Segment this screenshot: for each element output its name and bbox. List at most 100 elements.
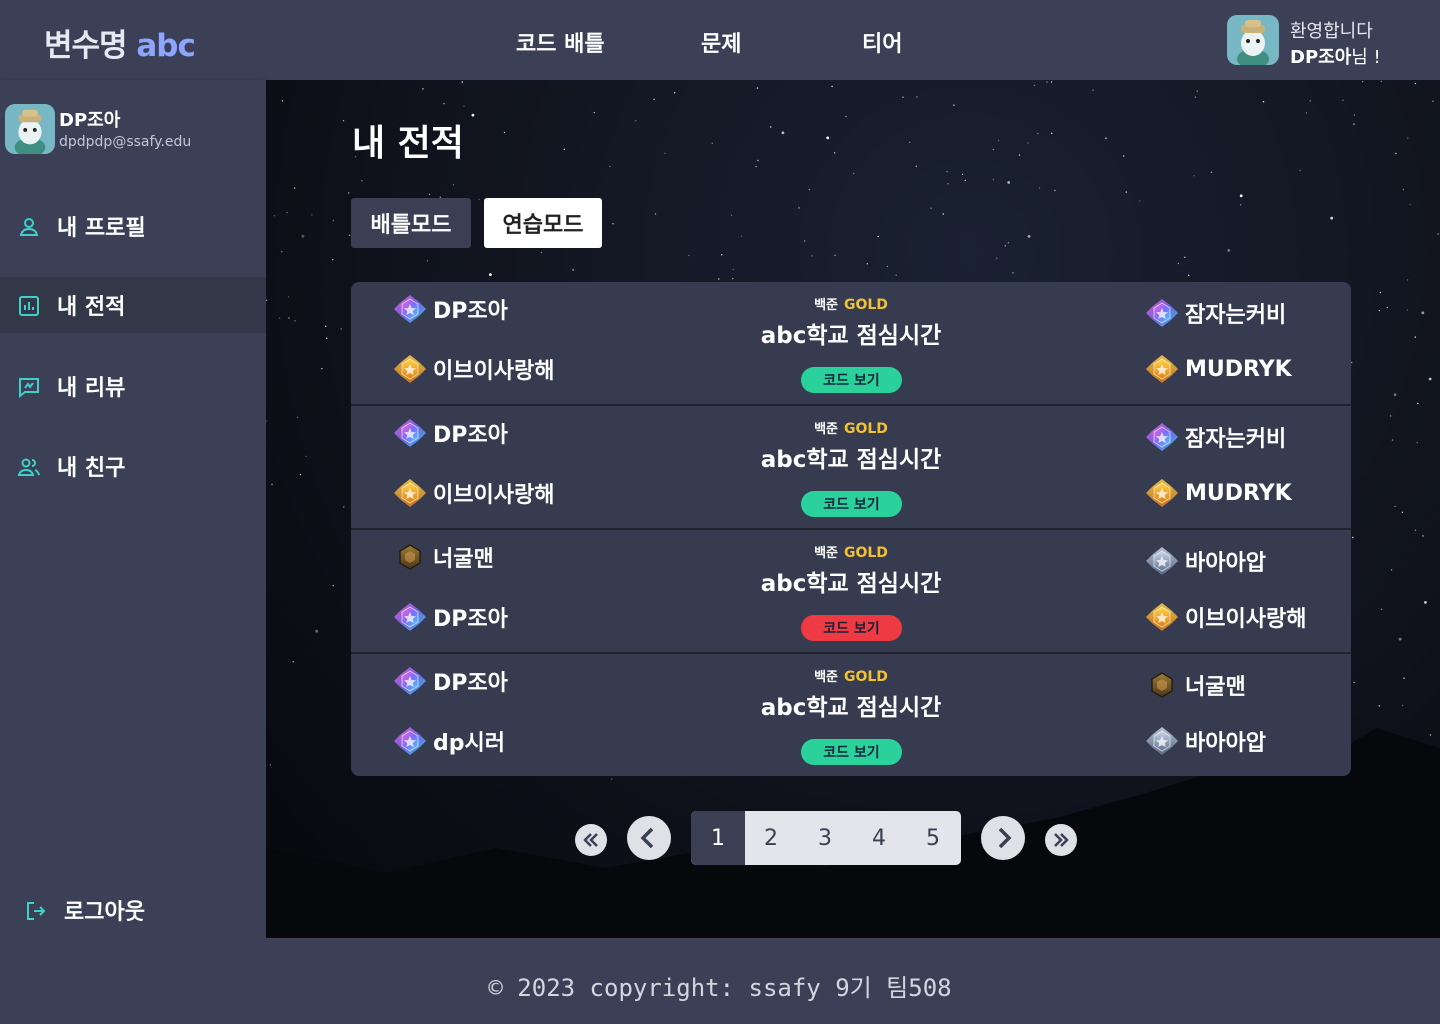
player-name: 이브이사랑해	[1185, 607, 1307, 632]
header-avatar[interactable]	[1227, 15, 1279, 65]
main-content: 내 전적 배틀모드 연습모드 DP조아 이브이사랑해 잠자는커비 MUDRYK 백준 GO…	[266, 80, 1440, 938]
player-name: 이브이사랑해	[433, 483, 555, 508]
logout-button[interactable]: 로그아웃	[0, 888, 266, 932]
right-player-2[interactable]: 바아아압	[1143, 724, 1266, 758]
nav-problems[interactable]: 문제	[701, 26, 741, 58]
problem-level: GOLD	[843, 297, 888, 313]
problem-site: 백준	[814, 670, 838, 685]
problem-title: abc학교 점심시간	[760, 447, 942, 473]
record-row: DP조아 이브이사랑해 잠자는커비 MUDRYK 백준 GOLD abc학교 점심시간 코드 …	[351, 282, 1351, 404]
problem-title: abc학교 점심시간	[760, 323, 942, 349]
sidebar-item-label: 내 프로필	[57, 216, 146, 241]
problem-site: 백준	[814, 546, 838, 561]
double-chevron-right-icon	[1054, 833, 1069, 847]
player-name: MUDRYK	[1185, 356, 1292, 382]
welcome-user: DP조아님 !	[1290, 43, 1381, 69]
problem-level: GOLD	[843, 669, 888, 685]
chevron-right-icon	[998, 827, 1012, 849]
diamond-tier-badge-icon	[394, 603, 426, 631]
player-name: 이브이사랑해	[433, 359, 555, 384]
view-code-button[interactable]: 코드 보기	[801, 615, 902, 641]
chart-icon	[19, 296, 39, 316]
sidebar-user-name: DP조아	[59, 110, 121, 131]
page-numbers: 1 2 3 4 5	[691, 811, 961, 865]
record-row: 너굴맨 DP조아 바아아압 이브이사랑해 백준 GOLD abc학교 점심시간 코드 보기	[351, 528, 1351, 650]
right-player-2[interactable]: 이브이사랑해	[1143, 600, 1306, 634]
next-page-button[interactable]	[981, 816, 1025, 860]
gold-tier-badge-icon	[394, 355, 426, 383]
welcome-text: 환영합니다	[1290, 21, 1373, 42]
view-code-button[interactable]: 코드 보기	[801, 739, 902, 765]
nav-tier[interactable]: 티어	[862, 26, 902, 58]
last-page-button[interactable]	[1045, 824, 1077, 856]
records-list: DP조아 이브이사랑해 잠자는커비 MUDRYK 백준 GOLD abc학교 점심시간 코드 …	[351, 282, 1351, 776]
left-player-2[interactable]: 이브이사랑해	[391, 476, 554, 510]
sidebar-item-reviews[interactable]: 내 리뷰	[0, 358, 266, 414]
prev-page-button[interactable]	[627, 816, 671, 860]
right-player-2[interactable]: MUDRYK	[1143, 352, 1292, 386]
player-name: 바아아압	[1185, 731, 1266, 756]
gold-tier-badge-icon	[1146, 355, 1178, 383]
problem-source: 백준 GOLD	[351, 294, 1351, 313]
player-name: MUDRYK	[1185, 480, 1292, 506]
problem-title: abc학교 점심시간	[760, 695, 942, 721]
record-row: DP조아 이브이사랑해 잠자는커비 MUDRYK 백준 GOLD abc학교 점심시간 코드 …	[351, 404, 1351, 526]
problem-title: abc학교 점심시간	[760, 571, 942, 597]
player-name: DP조아	[433, 607, 508, 632]
review-icon	[19, 378, 39, 399]
record-row: DP조아 dp시러 너굴맨 바아아압 백준 GOLD abc학교 점심시간 코드 보기	[351, 652, 1351, 774]
page-number-1[interactable]: 1	[691, 811, 745, 865]
logo-text: 변수명	[44, 28, 128, 64]
first-page-button[interactable]	[575, 824, 607, 856]
gold-tier-badge-icon	[1146, 603, 1178, 631]
view-code-button[interactable]: 코드 보기	[801, 491, 902, 517]
gold-tier-badge-icon	[1146, 479, 1178, 507]
diamond-tier-badge-icon	[394, 727, 426, 755]
problem-source: 백준 GOLD	[351, 418, 1351, 437]
left-player-2[interactable]: DP조아	[391, 600, 508, 634]
gold-tier-badge-icon	[394, 479, 426, 507]
tab-practice-mode[interactable]: 연습모드	[484, 198, 602, 248]
left-player-2[interactable]: dp시러	[391, 724, 505, 758]
logo[interactable]: 변수명 abc	[44, 20, 196, 65]
sidebar-item-label: 내 친구	[57, 456, 126, 481]
sidebar-item-friends[interactable]: 내 친구	[0, 438, 266, 494]
page-number-4[interactable]: 4	[852, 811, 906, 865]
double-chevron-left-icon	[583, 833, 598, 847]
page-number-5[interactable]: 5	[906, 811, 960, 865]
problem-level: GOLD	[843, 545, 888, 561]
footer: © 2023 copyright: ssafy 9기 팀508	[0, 938, 1440, 1024]
sidebar: DP조아 dpdpdp@ssafy.edu 내 프로필 내 전적 내 리뷰 내 …	[0, 80, 266, 938]
problem-site: 백준	[814, 422, 838, 437]
nav-code-battle[interactable]: 코드 배틀	[516, 26, 605, 58]
logout-label: 로그아웃	[64, 900, 145, 925]
problem-level: GOLD	[843, 421, 888, 437]
player-name: dp시러	[433, 731, 505, 756]
view-code-button[interactable]: 코드 보기	[801, 367, 902, 393]
sidebar-item-profile[interactable]: 내 프로필	[0, 198, 266, 254]
sidebar-item-records[interactable]: 내 전적	[0, 277, 266, 333]
chevron-left-icon	[640, 827, 654, 849]
silver-tier-badge-icon	[1146, 727, 1178, 755]
problem-source: 백준 GOLD	[351, 542, 1351, 561]
problem-site: 백준	[814, 298, 838, 313]
top-header: 변수명 abc 코드 배틀 문제 티어 환영합니다 DP조아님 !	[0, 0, 1440, 80]
friends-icon	[17, 458, 40, 476]
welcome-username: DP조아	[1290, 47, 1352, 68]
sidebar-item-label: 내 전적	[57, 295, 126, 320]
sidebar-avatar	[5, 104, 55, 154]
copyright-text: © 2023 copyright: ssafy 9기 팀508	[488, 974, 952, 1002]
problem-source: 백준 GOLD	[351, 666, 1351, 685]
tab-battle-mode[interactable]: 배틀모드	[351, 198, 471, 248]
welcome-suffix: 님 !	[1351, 47, 1381, 68]
person-icon	[19, 218, 39, 236]
page-number-3[interactable]: 3	[798, 811, 852, 865]
sidebar-item-label: 내 리뷰	[57, 376, 126, 401]
right-player-2[interactable]: MUDRYK	[1143, 476, 1292, 510]
logout-icon	[27, 902, 46, 920]
page-title: 내 전적	[352, 123, 464, 164]
page-number-2[interactable]: 2	[744, 811, 798, 865]
sidebar-user-email: dpdpdp@ssafy.edu	[59, 134, 192, 150]
logo-accent: abc	[136, 28, 195, 64]
left-player-2[interactable]: 이브이사랑해	[391, 352, 554, 386]
